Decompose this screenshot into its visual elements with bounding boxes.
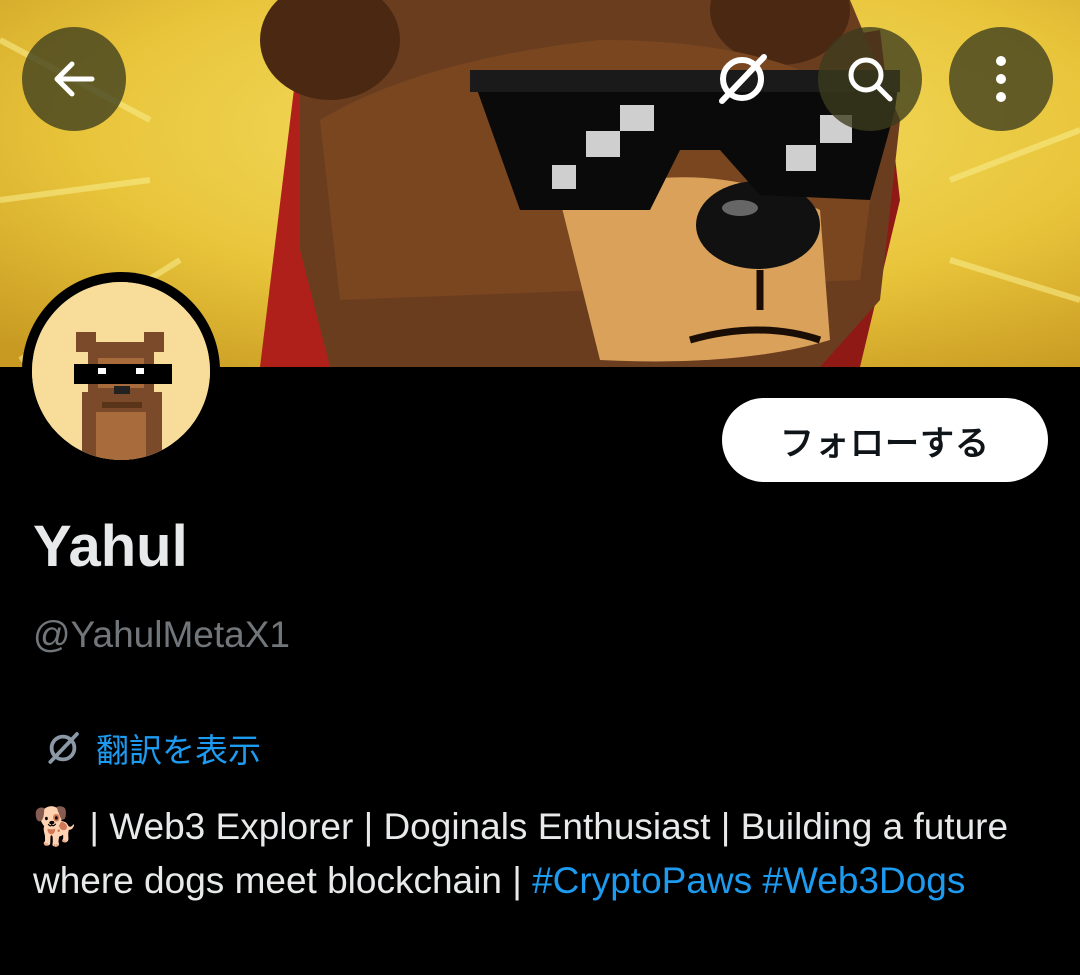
back-arrow-icon <box>54 61 95 97</box>
more-vertical-icon <box>996 56 1006 102</box>
search-icon <box>848 57 893 102</box>
hashtag-link[interactable]: #Web3Dogs <box>762 860 965 901</box>
back-button[interactable] <box>22 27 126 131</box>
display-name: Yahul <box>33 514 188 579</box>
translate-label: 翻訳を表示 <box>96 731 261 770</box>
avatar-image <box>32 282 210 460</box>
more-button[interactable] <box>949 27 1053 131</box>
user-handle: @YahulMetaX1 <box>33 614 290 655</box>
follow-button[interactable]: フォローする <box>722 398 1048 482</box>
dog-emoji: 🐕 <box>33 806 80 847</box>
avatar[interactable] <box>22 272 220 470</box>
grok-icon <box>719 54 767 104</box>
hashtag-link[interactable]: #CryptoPaws <box>532 860 752 901</box>
profile-bio: 🐕 | Web3 Explorer | Doginals Enthusiast … <box>33 800 1043 908</box>
grok-icon <box>48 732 79 764</box>
search-button[interactable] <box>818 27 922 131</box>
grok-button[interactable] <box>690 27 794 131</box>
translate-bio-link[interactable]: 翻訳を表示 <box>44 724 261 772</box>
